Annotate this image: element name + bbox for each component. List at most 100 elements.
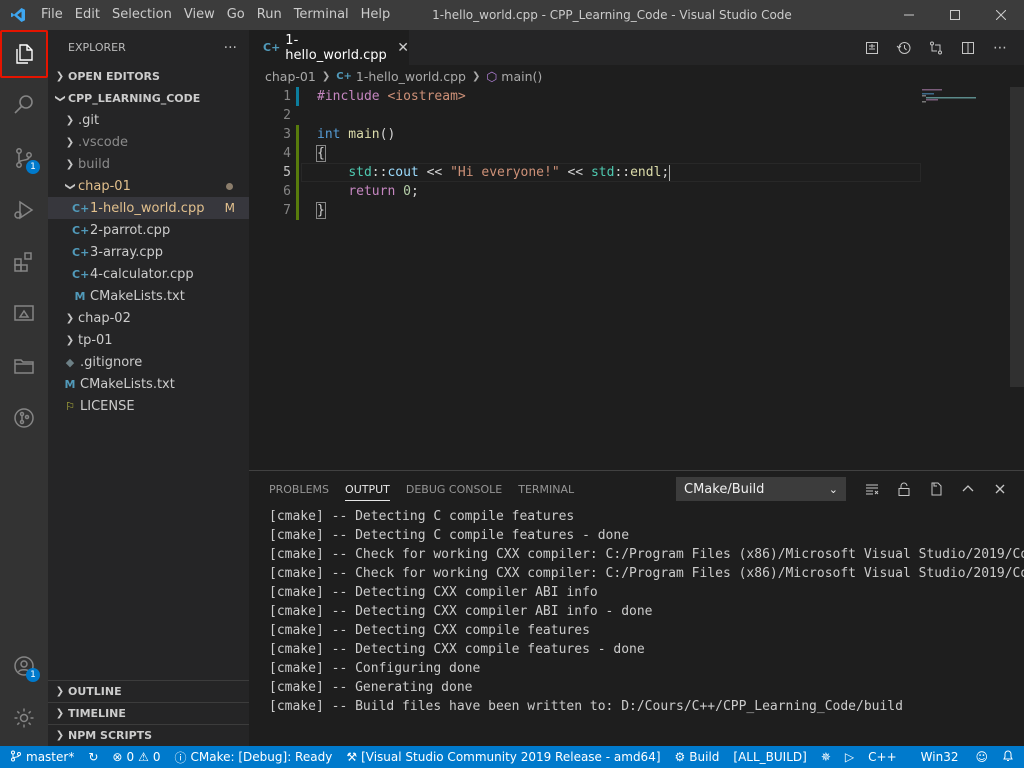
platform-config[interactable]: Win32 <box>911 746 969 768</box>
npm-scripts-label: NPM SCRIPTS <box>68 729 153 742</box>
cmake-status-label: CMake: [Debug]: Ready <box>190 750 333 764</box>
search-icon[interactable] <box>0 80 48 128</box>
tree-item-license[interactable]: ⚐ LICENSE <box>48 395 249 417</box>
remote-explorer-icon[interactable] <box>0 290 48 338</box>
menu-terminal[interactable]: Terminal <box>288 0 355 30</box>
code-token: #include <box>317 89 380 104</box>
npm-scripts-section[interactable]: ❯ NPM SCRIPTS <box>48 724 249 746</box>
tree-item-label: .git <box>78 112 100 128</box>
source-control-icon[interactable]: 1 <box>0 134 48 182</box>
minimize-button[interactable] <box>886 0 932 30</box>
tree-item-label: 4-calculator.cpp <box>90 266 194 282</box>
line-number: 4 <box>283 146 291 161</box>
scrollbar-thumb[interactable] <box>1010 87 1024 387</box>
history-icon[interactable] <box>888 30 920 65</box>
menu-selection[interactable]: Selection <box>106 0 178 30</box>
problems-status[interactable]: ⊗ 0 ⚠ 0 <box>105 746 167 768</box>
menu-view[interactable]: View <box>178 0 221 30</box>
output-channel-select[interactable]: CMake/Build ⌄ <box>676 477 846 501</box>
manage-gear-icon[interactable] <box>0 694 48 742</box>
open-editors-section[interactable]: ❯ OPEN EDITORS <box>48 65 249 87</box>
output-line: [cmake] -- Check for working CXX compile… <box>269 566 1024 581</box>
build-target[interactable]: [ALL_BUILD] <box>726 746 813 768</box>
open-log-file-icon[interactable] <box>920 471 952 507</box>
close-panel-icon[interactable] <box>984 471 1016 507</box>
explorer-icon[interactable] <box>0 30 48 78</box>
output-log[interactable]: [cmake] -- Detecting C compile features … <box>269 507 1024 743</box>
run-debug-icon[interactable] <box>0 186 48 234</box>
cmake-status[interactable]: ⓘ CMake: [Debug]: Ready <box>168 746 340 768</box>
tree-item-git[interactable]: ❯ .git <box>48 109 249 131</box>
notifications-button[interactable] <box>995 746 1024 768</box>
more-actions-button[interactable]: ··· <box>224 40 237 56</box>
branch-name: master* <box>26 750 75 764</box>
sync-icon: ↻ <box>88 750 99 764</box>
editor-tabs: C+ 1-hello_world.cpp ✕ ⋯ <box>249 30 1024 65</box>
maximize-panel-icon[interactable] <box>952 471 984 507</box>
menu-go[interactable]: Go <box>221 0 251 30</box>
menu-run[interactable]: Run <box>251 0 288 30</box>
sidebar-explorer: EXPLORER ··· ❯ OPEN EDITORS ❯ CPP_LEARNI… <box>48 30 249 746</box>
feedback-button[interactable]: ☺ <box>968 746 995 768</box>
tree-item-vscode[interactable]: ❯ .vscode <box>48 131 249 153</box>
code-token: int <box>317 127 341 142</box>
info-icon: ⓘ <box>174 750 187 765</box>
tree-item-hello-world[interactable]: C+ 1-hello_world.cpp M <box>48 197 249 219</box>
timeline-section[interactable]: ❯ TIMELINE <box>48 702 249 724</box>
breadcrumb-folder[interactable]: chap-01 <box>265 69 316 84</box>
editor-scrollbar[interactable] <box>1010 87 1024 470</box>
tree-item-array[interactable]: C+ 3-array.cpp <box>48 241 249 263</box>
bug-icon: ✵ <box>820 750 831 764</box>
tab-terminal[interactable]: TERMINAL <box>510 471 582 507</box>
close-tab-icon[interactable]: ✕ <box>397 40 409 56</box>
cmake-build-button[interactable]: ⚙ Build <box>668 746 727 768</box>
minimap[interactable] <box>920 87 1010 107</box>
tree-item-cmakelists-root[interactable]: M CMakeLists.txt <box>48 373 249 395</box>
breadcrumb-file[interactable]: 1-hello_world.cpp <box>356 69 466 84</box>
language-mode[interactable]: C++ <box>854 746 911 768</box>
panel-tabs: PROBLEMS OUTPUT DEBUG CONSOLE TERMINAL <box>249 471 582 507</box>
tree-item-cmakelists-chap01[interactable]: M CMakeLists.txt <box>48 285 249 307</box>
tree-item-label: 1-hello_world.cpp <box>90 200 205 216</box>
breadcrumb-symbol[interactable]: main() <box>501 69 542 84</box>
project-section[interactable]: ❯ CPP_LEARNING_CODE <box>48 87 249 109</box>
git-graph-icon[interactable] <box>0 394 48 442</box>
code-token: :: <box>614 165 631 180</box>
branch-status[interactable]: master* <box>0 746 81 768</box>
tree-item-calculator[interactable]: C+ 4-calculator.cpp <box>48 263 249 285</box>
menu-edit[interactable]: Edit <box>69 0 106 30</box>
sync-button[interactable]: ↻ <box>81 746 105 768</box>
code-editor[interactable]: 1 #include <iostream> 2 3 int main() 4 {… <box>249 87 1024 470</box>
folders-icon[interactable] <box>0 342 48 390</box>
tab-output[interactable]: OUTPUT <box>337 471 398 507</box>
open-changes-icon[interactable] <box>856 30 888 65</box>
split-editor-icon[interactable] <box>952 30 984 65</box>
tree-item-chap-01[interactable]: ❯ chap-01 <box>48 175 249 197</box>
tab-problems[interactable]: PROBLEMS <box>261 471 337 507</box>
close-window-button[interactable] <box>978 0 1024 30</box>
cmake-debug-button[interactable]: ✵ <box>814 746 838 768</box>
cpp-file-icon: C+ <box>263 41 281 54</box>
tree-item-gitignore[interactable]: ◆ .gitignore <box>48 351 249 373</box>
menu-file[interactable]: File <box>35 0 69 30</box>
cmake-kit[interactable]: ⚒ [Visual Studio Community 2019 Release … <box>339 746 667 768</box>
tab-debug-console[interactable]: DEBUG CONSOLE <box>398 471 510 507</box>
menu-help[interactable]: Help <box>355 0 397 30</box>
chevron-right-icon: ❯ <box>55 730 65 741</box>
lock-scroll-icon[interactable] <box>888 471 920 507</box>
compare-changes-icon[interactable] <box>920 30 952 65</box>
more-icon[interactable]: ⋯ <box>984 30 1016 65</box>
tree-item-parrot[interactable]: C+ 2-parrot.cpp <box>48 219 249 241</box>
tree-item-tp-01[interactable]: ❯ tp-01 <box>48 329 249 351</box>
extensions-icon[interactable] <box>0 238 48 286</box>
accounts-icon[interactable]: 1 <box>0 642 48 690</box>
clear-output-icon[interactable] <box>856 471 888 507</box>
tab-hello-world[interactable]: C+ 1-hello_world.cpp ✕ <box>249 30 409 65</box>
code-token: return <box>348 184 396 199</box>
maximize-button[interactable] <box>932 0 978 30</box>
output-line: [cmake] -- Detecting CXX compile feature… <box>269 642 645 657</box>
tree-item-build[interactable]: ❯ build <box>48 153 249 175</box>
outline-section[interactable]: ❯ OUTLINE <box>48 680 249 702</box>
tools-icon: ⚒ <box>346 750 358 764</box>
tree-item-chap-02[interactable]: ❯ chap-02 <box>48 307 249 329</box>
